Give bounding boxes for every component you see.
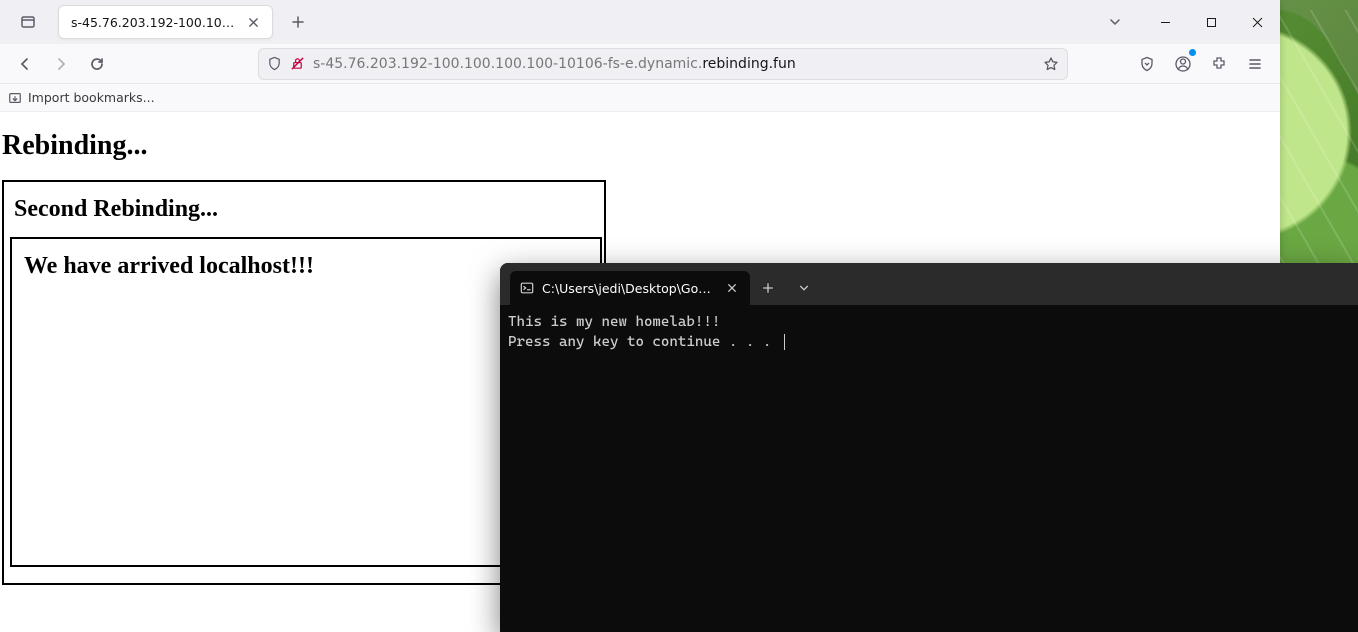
window-controls [1142, 0, 1280, 44]
tab-close-button[interactable] [244, 13, 262, 31]
tab-title: s-45.76.203.192-100.100.100.100-101 [71, 15, 236, 30]
import-bookmarks-label: Import bookmarks... [28, 90, 155, 105]
terminal-line-1: Press any key to continue . . . [508, 334, 780, 350]
maximize-button[interactable] [1188, 0, 1234, 44]
forward-button[interactable] [44, 47, 78, 81]
app-menu-button[interactable] [1238, 47, 1272, 81]
pocket-button[interactable] [1130, 47, 1164, 81]
tracking-protection-icon[interactable] [267, 56, 282, 71]
bookmarks-toolbar: Import bookmarks... [0, 84, 1280, 112]
page-heading-2: Second Rebinding... [14, 196, 598, 223]
firefox-account-button[interactable] [1166, 47, 1200, 81]
back-button[interactable] [8, 47, 42, 81]
terminal-new-tab-button[interactable] [750, 271, 786, 305]
browser-tab[interactable]: s-45.76.203.192-100.100.100.100-101 [58, 5, 273, 39]
terminal-line-0: This is my new homelab!!! [508, 314, 720, 330]
terminal-body[interactable]: This is my new homelab!!! Press any key … [500, 305, 1358, 632]
terminal-icon [520, 281, 534, 295]
reload-button[interactable] [80, 47, 114, 81]
firefox-titlebar: s-45.76.203.192-100.100.100.100-101 [0, 0, 1280, 44]
extensions-button[interactable] [1202, 47, 1236, 81]
minimize-button[interactable] [1142, 0, 1188, 44]
url-bar[interactable]: s-45.76.203.192-100.100.100.100-10106-fs… [258, 48, 1068, 80]
terminal-tab-close-button[interactable] [724, 280, 740, 296]
windows-terminal-window: C:\Users\jedi\Desktop\Google This is my … [500, 263, 1358, 632]
recent-browsing-button[interactable] [14, 8, 42, 36]
terminal-cursor [784, 334, 785, 350]
notification-dot-icon [1189, 49, 1196, 56]
terminal-dropdown-button[interactable] [786, 271, 822, 305]
page-heading-1: Rebinding... [2, 130, 1278, 162]
import-bookmarks-button[interactable]: Import bookmarks... [8, 90, 155, 105]
terminal-tab-title: C:\Users\jedi\Desktop\Google [542, 281, 716, 296]
terminal-titlebar: C:\Users\jedi\Desktop\Google [500, 263, 1358, 305]
firefox-nav-toolbar: s-45.76.203.192-100.100.100.100-10106-fs… [0, 44, 1280, 84]
list-all-tabs-button[interactable] [1098, 5, 1132, 39]
close-button[interactable] [1234, 0, 1280, 44]
new-tab-button[interactable] [283, 7, 313, 37]
url-text: s-45.76.203.192-100.100.100.100-10106-fs… [313, 56, 1035, 72]
bookmark-star-icon[interactable] [1043, 56, 1059, 72]
insecure-lock-icon[interactable] [290, 56, 305, 71]
terminal-tab[interactable]: C:\Users\jedi\Desktop\Google [510, 271, 750, 305]
